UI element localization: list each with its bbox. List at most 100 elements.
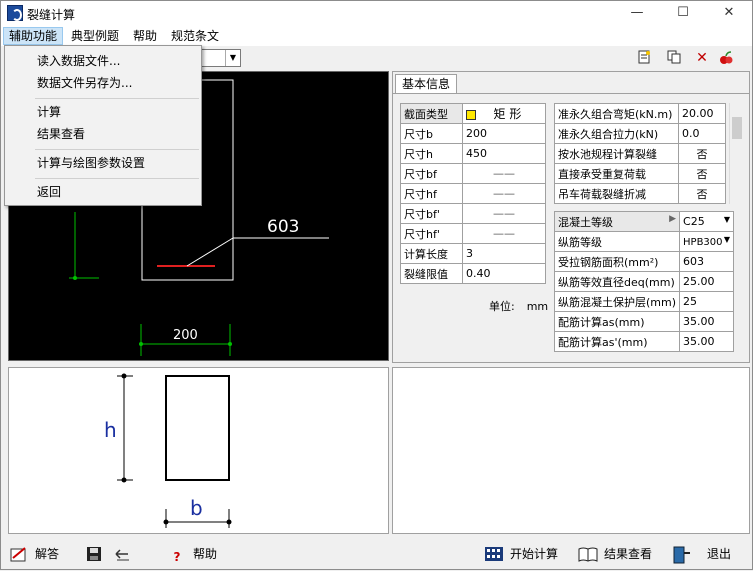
- menu-save-as[interactable]: 数据文件另存为...: [5, 72, 201, 94]
- menu-separator: [35, 149, 199, 150]
- new-doc-icon[interactable]: [635, 49, 653, 67]
- menu-code-clauses[interactable]: 规范条文: [166, 27, 224, 45]
- menu-load-file[interactable]: 读入数据文件...: [5, 50, 201, 72]
- width-label: b: [190, 496, 203, 520]
- copy-icon[interactable]: [665, 49, 683, 67]
- view-result-button[interactable]: 结果查看: [578, 543, 652, 565]
- rebar-area-label: 603: [267, 217, 299, 237]
- help-button[interactable]: ? 帮助: [167, 543, 218, 565]
- param-b-input[interactable]: 200: [462, 123, 546, 144]
- menu-separator: [35, 178, 199, 179]
- height-label: h: [104, 418, 117, 442]
- param-label: 计算长度: [400, 243, 463, 264]
- param-length-input[interactable]: 3: [462, 243, 546, 264]
- exit-button[interactable]: 退出: [671, 543, 731, 565]
- material-label: 纵筋混凝土保护层(mm): [553, 291, 681, 312]
- crane-reduction-toggle[interactable]: 否: [678, 183, 726, 204]
- param-label: 尺寸b: [400, 123, 463, 144]
- exit-door-icon: [671, 546, 691, 564]
- loads-table: 准永久组合弯矩(kN.m) 20.00 准永久组合拉力(kN) 0.0 按水池规程计…: [554, 103, 726, 204]
- loads-scrollbar[interactable]: [729, 103, 743, 204]
- param-label: 尺寸bf: [400, 163, 463, 184]
- unit-value: mm: [526, 300, 549, 313]
- menu-return[interactable]: 返回: [5, 181, 201, 203]
- minimize-button[interactable]: —: [614, 1, 660, 26]
- fruit-icon[interactable]: [717, 49, 735, 67]
- moment-input[interactable]: 20.00: [678, 103, 726, 124]
- unit-note: 单位: mm: [489, 300, 549, 313]
- param-label: 裂缝限值: [400, 263, 463, 284]
- material-label: 配筋计算as(mm): [553, 311, 681, 332]
- param-crack-limit-input[interactable]: 0.40: [462, 263, 546, 284]
- undo-button[interactable]: [113, 543, 139, 565]
- load-label: 直接承受重复荷载: [554, 163, 679, 184]
- material-label: 受拉钢筋面积(mm²): [553, 251, 681, 272]
- rebar-area-input[interactable]: 603: [679, 251, 734, 272]
- param-label: 尺寸bf': [400, 203, 463, 224]
- param-hf-input[interactable]: ——: [462, 183, 546, 204]
- section-schematic: h b: [8, 367, 389, 534]
- concrete-grade-label: 混凝土等级 ▶: [553, 211, 681, 232]
- material-label: 纵筋等效直径deq(mm): [553, 271, 681, 292]
- load-label: 准永久组合弯矩(kN.m): [554, 103, 679, 124]
- pointer-icon: ▶: [669, 213, 677, 224]
- param-label: 尺寸h: [400, 143, 463, 164]
- maximize-button[interactable]: ☐: [660, 1, 706, 26]
- material-label: 配筋计算as'(mm): [553, 331, 681, 352]
- scrollbar-thumb[interactable]: [732, 117, 742, 139]
- answer-button[interactable]: 解答: [9, 543, 59, 565]
- rebar-diameter-input[interactable]: 25.00: [679, 271, 734, 292]
- param-hf2-input[interactable]: ——: [462, 223, 546, 244]
- menu-examples[interactable]: 典型例题: [66, 27, 124, 45]
- app-window: 裂缝计算 — ☐ ✕ 辅助功能 典型例题 帮助 规范条文 ▼ ✕ 603 200…: [0, 0, 753, 570]
- load-label: 按水池规程计算裂缝: [554, 143, 679, 164]
- tab-divider: [393, 93, 749, 94]
- close-button[interactable]: ✕: [706, 1, 752, 26]
- delete-icon[interactable]: ✕: [693, 49, 711, 67]
- answer-icon: [9, 546, 29, 564]
- param-bf-input[interactable]: ——: [462, 163, 546, 184]
- menu-calculate[interactable]: 计算: [5, 101, 201, 123]
- material-label: 纵筋等级: [553, 231, 681, 252]
- param-label: 尺寸hf': [400, 223, 463, 244]
- geometry-table: 截面类型 矩 形 尺寸b 200 尺寸h 450 尺寸bf —— 尺寸hf —— 尺寸b…: [400, 103, 546, 284]
- book-icon: [578, 546, 598, 564]
- basic-info-panel: 基本信息 截面类型 矩 形 尺寸b 200 尺寸h 450 尺寸bf —— 尺寸hf —…: [392, 71, 750, 363]
- chevron-down-icon: ▼: [723, 215, 730, 224]
- as-input[interactable]: 35.00: [679, 311, 734, 332]
- param-label: 尺寸hf: [400, 183, 463, 204]
- menu-help[interactable]: 帮助: [128, 27, 162, 45]
- question-icon: ?: [173, 549, 181, 564]
- undo-icon: [113, 546, 133, 564]
- title-bar: 裂缝计算 — ☐ ✕: [1, 1, 752, 26]
- menu-assist[interactable]: 辅助功能: [3, 27, 64, 45]
- chevron-down-icon: ▼: [225, 50, 240, 66]
- param-bf2-input[interactable]: ——: [462, 203, 546, 224]
- pool-code-toggle[interactable]: 否: [678, 143, 726, 164]
- section-type-value: 矩 形: [493, 107, 522, 121]
- app-logo-icon: [7, 5, 23, 21]
- status-bar: 解答 ? 帮助 开始计算 结果查看 退出: [1, 538, 752, 569]
- start-calc-button[interactable]: 开始计算: [484, 543, 558, 565]
- rebar-grade-select[interactable]: HPB300 ▼: [679, 231, 734, 252]
- result-area: [392, 367, 750, 534]
- as-prime-input[interactable]: 35.00: [679, 331, 734, 352]
- menu-view-result[interactable]: 结果查看: [5, 123, 201, 145]
- save-button[interactable]: [86, 543, 112, 565]
- calculator-icon: [484, 546, 504, 564]
- assist-dropdown-menu: 读入数据文件... 数据文件另存为... 计算 结果查看 计算与绘图参数设置 返…: [4, 45, 202, 206]
- tab-basic-info[interactable]: 基本信息: [395, 74, 457, 94]
- concrete-grade-select[interactable]: C25 ▼: [679, 211, 734, 232]
- load-label: 准永久组合拉力(kN): [554, 123, 679, 144]
- repeated-load-toggle[interactable]: 否: [678, 163, 726, 184]
- cover-input[interactable]: 25: [679, 291, 734, 312]
- section-type-select[interactable]: 矩 形: [462, 103, 546, 124]
- menu-bar: 辅助功能 典型例题 帮助 规范条文: [1, 26, 752, 46]
- param-h-input[interactable]: 450: [462, 143, 546, 164]
- load-label: 吊车荷载裂缝折减: [554, 183, 679, 204]
- menu-separator: [35, 98, 199, 99]
- rect-shape-icon: [466, 110, 476, 120]
- tension-input[interactable]: 0.0: [678, 123, 726, 144]
- chevron-down-icon: ▼: [723, 235, 730, 244]
- menu-settings[interactable]: 计算与绘图参数设置: [5, 152, 201, 174]
